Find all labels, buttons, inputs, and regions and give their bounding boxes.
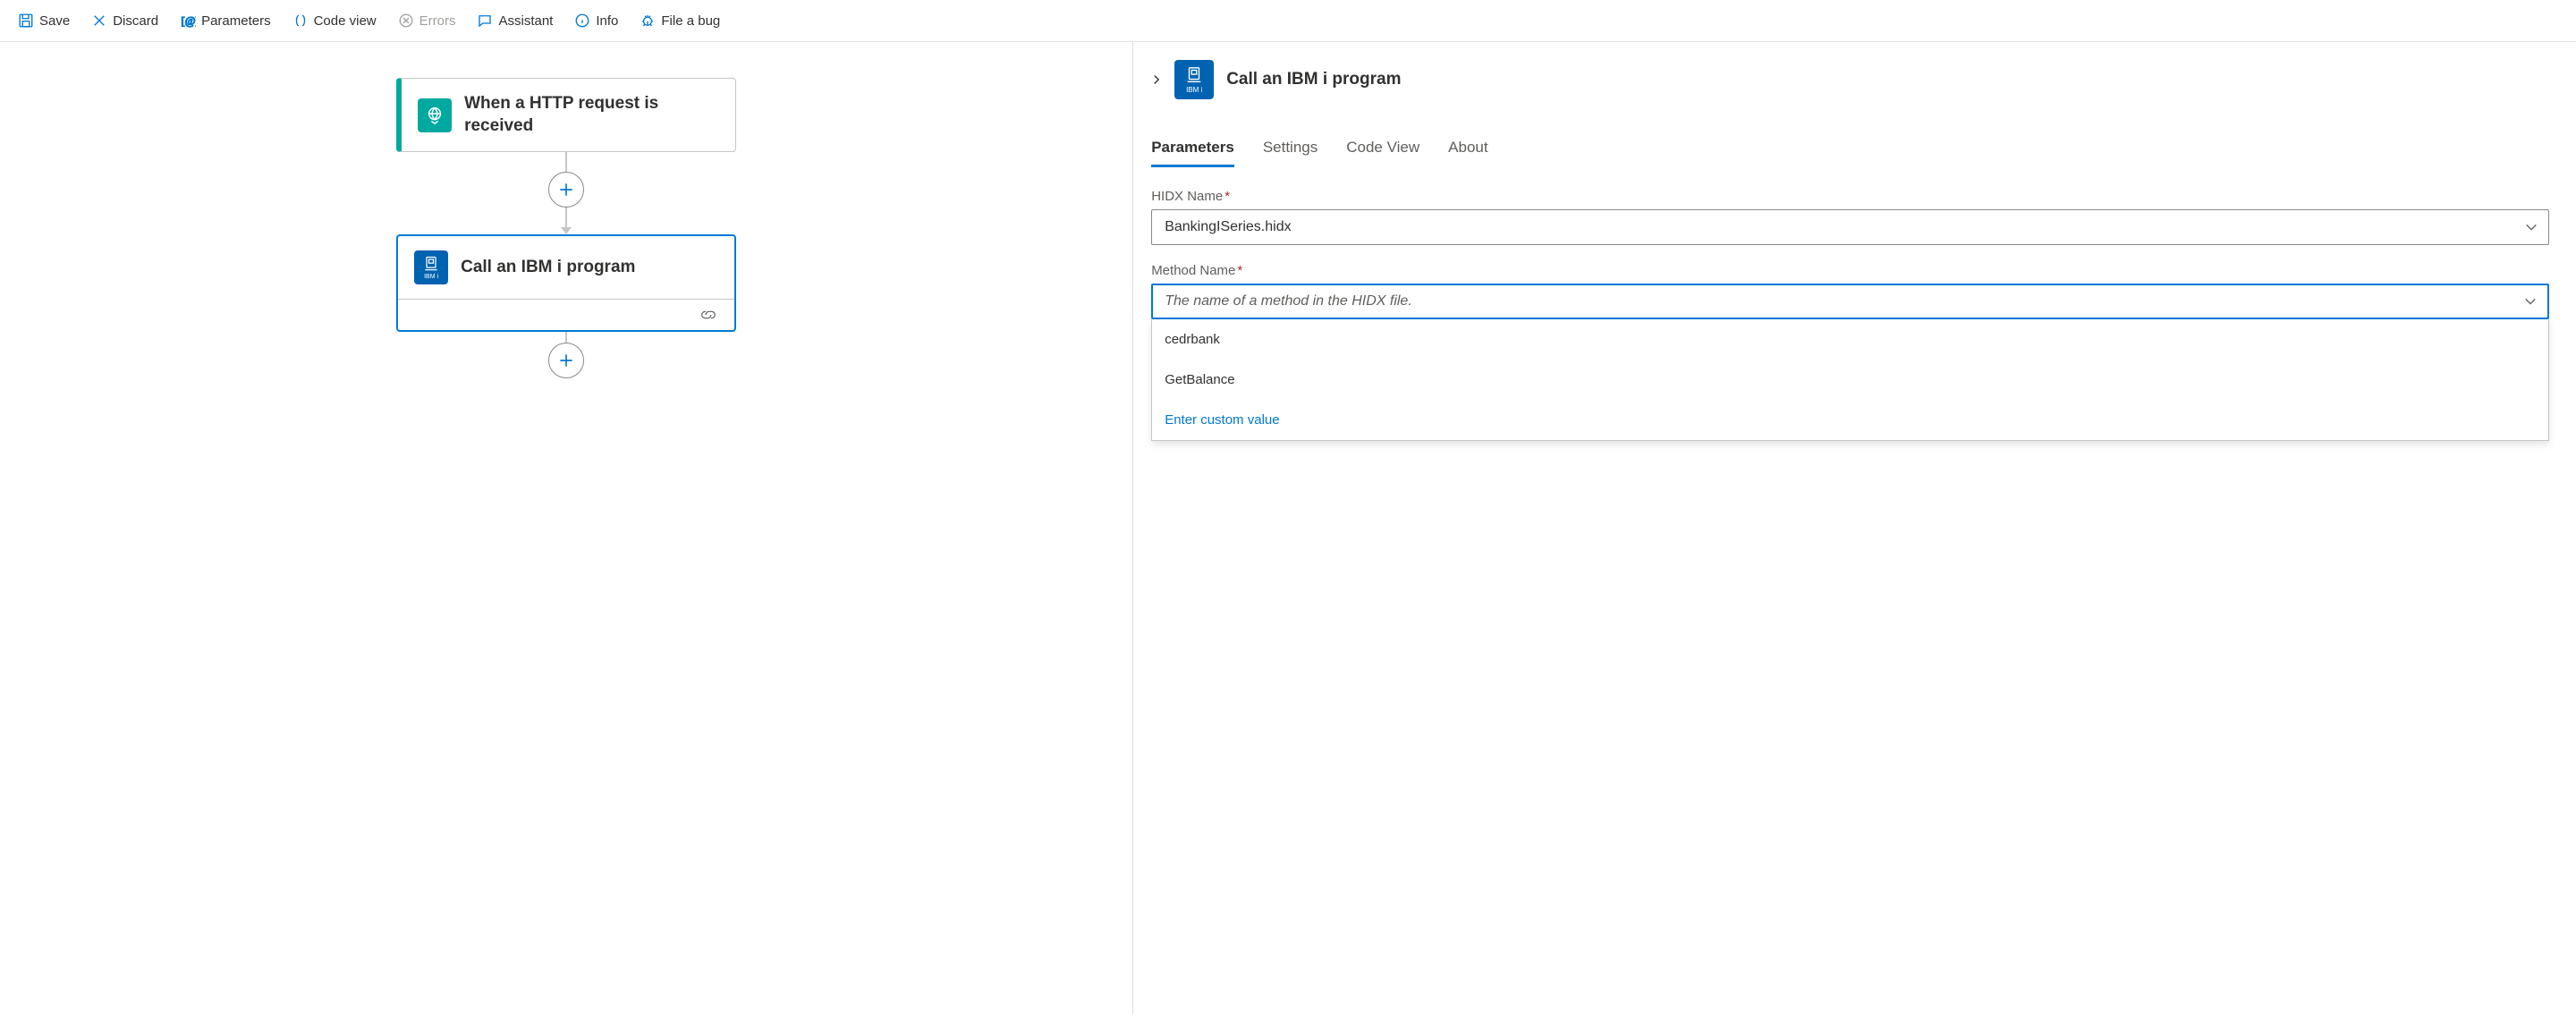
svg-text:[@]: [@]	[182, 15, 197, 28]
tab-codeview[interactable]: Code View	[1346, 131, 1419, 164]
chevron-down-icon	[2525, 221, 2538, 233]
hidx-field-group: HIDX Name* BankingISeries.hidx	[1151, 189, 2549, 245]
canvas: When a HTTP request is received IBM i Ca…	[0, 42, 1133, 1014]
filebug-label: File a bug	[661, 13, 720, 29]
arrow-down-icon	[561, 227, 572, 234]
collapse-chevron-icon[interactable]	[1151, 74, 1162, 85]
add-step-button-1[interactable]	[548, 172, 584, 208]
codeview-button[interactable]: Code view	[285, 7, 384, 34]
add-step-button-2[interactable]	[548, 343, 584, 378]
main-content: When a HTTP request is received IBM i Ca…	[0, 42, 2576, 1014]
ibmi-icon: IBM i	[414, 250, 448, 284]
method-field-group: Method Name* The name of a method in the…	[1151, 263, 2549, 441]
http-icon	[418, 98, 452, 132]
panel-header: IBM i Call an IBM i program	[1151, 60, 2549, 99]
filebug-button[interactable]: File a bug	[632, 7, 727, 34]
panel-ibmi-icon: IBM i	[1174, 60, 1214, 99]
hidx-label: HIDX Name*	[1151, 189, 2549, 204]
tab-settings[interactable]: Settings	[1263, 131, 1318, 164]
details-panel: IBM i Call an IBM i program Parameters S…	[1133, 42, 2576, 1014]
parameters-button[interactable]: [@] Parameters	[173, 7, 278, 34]
action-node[interactable]: IBM i Call an IBM i program	[396, 234, 736, 332]
hidx-value: BankingISeries.hidx	[1165, 219, 1291, 235]
toolbar: Save Discard [@] Parameters Code view Er…	[0, 0, 2576, 42]
assistant-label: Assistant	[498, 13, 553, 29]
tabs: Parameters Settings Code View About	[1151, 131, 2549, 164]
required-asterisk: *	[1224, 189, 1230, 204]
tab-about[interactable]: About	[1448, 131, 1487, 164]
errors-button[interactable]: Errors	[391, 7, 463, 34]
code-icon	[292, 13, 309, 29]
method-option-cedrbank[interactable]: cedrbank	[1152, 319, 2548, 360]
assistant-button[interactable]: Assistant	[470, 7, 560, 34]
action-footer	[398, 299, 734, 330]
method-placeholder: The name of a method in the HIDX file.	[1165, 293, 1412, 309]
connector-2	[0, 332, 1132, 378]
chevron-down-icon	[2524, 295, 2537, 308]
errors-icon	[398, 13, 414, 29]
info-label: Info	[596, 13, 618, 29]
codeview-label: Code view	[314, 13, 377, 29]
info-button[interactable]: Info	[567, 7, 625, 34]
method-select[interactable]: The name of a method in the HIDX file.	[1151, 284, 2549, 319]
save-button[interactable]: Save	[11, 7, 77, 34]
method-option-getbalance[interactable]: GetBalance	[1152, 360, 2548, 400]
tab-parameters[interactable]: Parameters	[1151, 131, 1234, 164]
discard-button[interactable]: Discard	[84, 7, 165, 34]
trigger-title: When a HTTP request is received	[464, 93, 719, 137]
chat-icon	[477, 13, 493, 29]
link-icon	[699, 309, 718, 321]
panel-title: Call an IBM i program	[1226, 70, 1401, 89]
action-title: Call an IBM i program	[461, 257, 635, 279]
discard-label: Discard	[113, 13, 158, 29]
trigger-node[interactable]: When a HTTP request is received	[396, 78, 736, 152]
close-icon	[91, 13, 107, 29]
method-label: Method Name*	[1151, 263, 2549, 278]
parameters-label: Parameters	[201, 13, 271, 29]
bug-icon	[640, 13, 656, 29]
parameters-icon: [@]	[180, 13, 196, 29]
hidx-select[interactable]: BankingISeries.hidx	[1151, 209, 2549, 245]
info-icon	[574, 13, 590, 29]
save-label: Save	[39, 13, 70, 29]
required-asterisk: *	[1237, 263, 1242, 278]
connector-1	[0, 152, 1132, 234]
method-dropdown: cedrbank GetBalance Enter custom value	[1151, 319, 2549, 441]
save-icon	[18, 13, 34, 29]
errors-label: Errors	[419, 13, 456, 29]
method-option-custom[interactable]: Enter custom value	[1152, 400, 2548, 440]
